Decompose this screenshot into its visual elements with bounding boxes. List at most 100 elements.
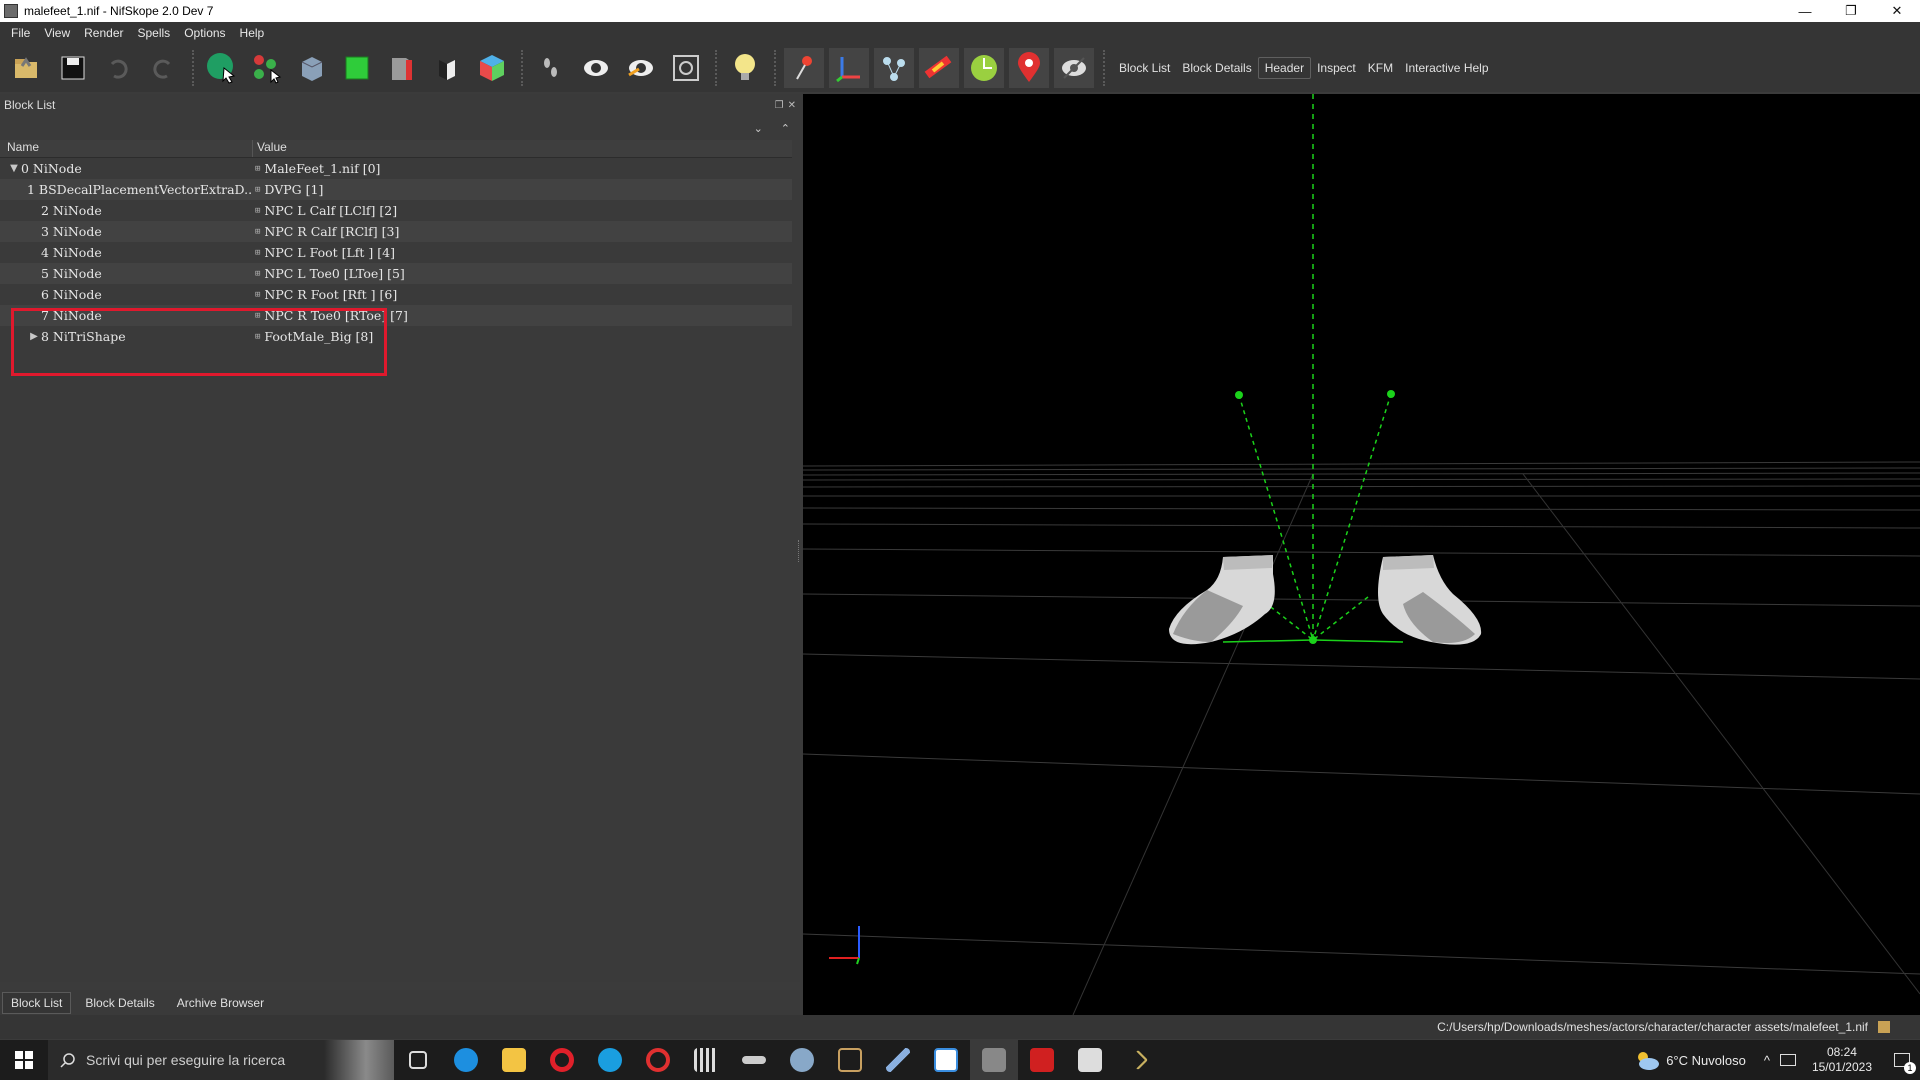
network-icon[interactable]: [1779, 1054, 1796, 1066]
row-name-cell: 2 NiNode: [0, 203, 253, 218]
row-name: 2 NiNode: [41, 203, 102, 218]
select-node-button[interactable]: [247, 48, 287, 88]
axes-icon: [836, 56, 860, 82]
show-axes-button[interactable]: [829, 47, 869, 88]
table-row[interactable]: 3 NiNode ⊞ NPC R Calf [RClf] [3]: [0, 221, 792, 242]
render-viewport[interactable]: [803, 94, 1920, 1015]
taskbar-edge[interactable]: [442, 1040, 490, 1080]
tab-block-details[interactable]: Block Details: [77, 993, 162, 1013]
toggle-visibility-button[interactable]: [1054, 47, 1094, 88]
column-value[interactable]: Value: [253, 140, 792, 157]
column-name[interactable]: Name: [0, 140, 253, 157]
table-row[interactable]: 4 NiNode ⊞ NPC L Foot [Lft ] [4]: [0, 242, 792, 263]
redo-button[interactable]: [143, 48, 183, 88]
block-list-header: Block List ❐ ✕: [0, 94, 800, 116]
skype-icon: [598, 1048, 622, 1072]
menu-spells[interactable]: Spells: [131, 26, 178, 40]
float-panel-icon[interactable]: ❐: [775, 100, 784, 111]
panel-splitter-handle[interactable]: [798, 540, 801, 562]
close-button[interactable]: ✕: [1874, 0, 1920, 22]
table-row[interactable]: ▶ 8 NiTriShape ⊞ FootMale_Big [8]: [0, 326, 792, 347]
row-value-cell: ⊞ MaleFeet_1.nif [0]: [253, 161, 792, 176]
clock[interactable]: 08:24 15/01/2023: [1812, 1045, 1872, 1075]
view-side-button[interactable]: [427, 48, 467, 88]
table-row[interactable]: 6 NiNode ⊞ NPC R Foot [Rft ] [6]: [0, 284, 792, 305]
toolbar-block-list[interactable]: Block List: [1113, 57, 1176, 79]
row-value: DVPG [1]: [264, 182, 324, 197]
expand-arrow-right-icon[interactable]: ▶: [27, 331, 41, 342]
table-row[interactable]: 7 NiNode ⊞ NPC R Toe0 [RToe] [7]: [0, 305, 792, 326]
notification-center-button[interactable]: 1: [1884, 1040, 1920, 1080]
taskbar-app-pen[interactable]: [874, 1040, 922, 1080]
toolbar-kfm[interactable]: KFM: [1362, 57, 1399, 79]
toolbar-inspect[interactable]: Inspect: [1311, 57, 1362, 79]
taskbar-app-grid[interactable]: [682, 1040, 730, 1080]
taskbar-app-emblem[interactable]: [826, 1040, 874, 1080]
view-green-button[interactable]: [337, 48, 377, 88]
taskbar-opera[interactable]: [538, 1040, 586, 1080]
start-button[interactable]: [0, 1040, 48, 1080]
taskbar-app-chevron[interactable]: [1114, 1040, 1162, 1080]
menu-options[interactable]: Options: [177, 26, 232, 40]
table-row[interactable]: ▼ 0 NiNode ⊞ MaleFeet_1.nif [0]: [0, 158, 792, 179]
toolbar-separator: [715, 49, 721, 86]
block-ref-icon: ⊞: [255, 247, 261, 258]
task-view-button[interactable]: [394, 1040, 442, 1080]
close-panel-icon[interactable]: ✕: [788, 100, 796, 111]
show-nodes-button[interactable]: [874, 47, 914, 88]
show-vertex-button[interactable]: [784, 47, 824, 88]
undo-icon: [110, 59, 128, 79]
taskbar-skype[interactable]: [586, 1040, 634, 1080]
lighting-button[interactable]: [725, 48, 765, 88]
green-sphere-icon: [971, 54, 997, 81]
view-color-cube-button[interactable]: [472, 48, 512, 88]
taskbar-app-window[interactable]: [922, 1040, 970, 1080]
save-button[interactable]: [53, 48, 93, 88]
menu-file[interactable]: File: [4, 26, 37, 40]
search-placeholder: Scrivi qui per eseguire la ricerca: [86, 1052, 286, 1068]
show-constraints-button[interactable]: [919, 47, 959, 88]
tab-block-list[interactable]: Block List: [2, 991, 72, 1014]
view-red-button[interactable]: [382, 48, 422, 88]
expand-all-icon[interactable]: ⌄: [754, 122, 763, 135]
taskbar-file-explorer[interactable]: [490, 1040, 538, 1080]
toolbar-header[interactable]: Header: [1257, 56, 1312, 79]
show-markers-button[interactable]: [964, 47, 1004, 88]
row-value: NPC L Foot [Lft ] [4]: [264, 245, 395, 260]
menu-help[interactable]: Help: [233, 26, 272, 40]
weather-widget[interactable]: 6°C Nuvoloso: [1634, 1049, 1746, 1071]
collapse-all-icon[interactable]: ⌃: [781, 122, 790, 135]
toolbar-interactive-help[interactable]: Interactive Help: [1399, 57, 1494, 79]
menu-view[interactable]: View: [37, 26, 77, 40]
expand-arrow-down-icon[interactable]: ▼: [7, 163, 21, 174]
show-button[interactable]: [576, 48, 616, 88]
menu-render[interactable]: Render: [77, 26, 130, 40]
taskbar-app-f[interactable]: [1018, 1040, 1066, 1080]
open-button[interactable]: [8, 48, 48, 88]
show-hidden-objects-button[interactable]: [1009, 47, 1049, 88]
maximize-button[interactable]: ❐: [1828, 0, 1874, 22]
select-object-button[interactable]: [202, 48, 242, 88]
chevron-up-icon[interactable]: ^: [1764, 1053, 1770, 1068]
screenshot-button[interactable]: [666, 48, 706, 88]
show-hidden-button[interactable]: [621, 48, 661, 88]
taskbar-search[interactable]: Scrivi qui per eseguire la ricerca: [48, 1040, 394, 1080]
block-ref-icon: ⊞: [255, 226, 261, 237]
tab-archive-browser[interactable]: Archive Browser: [169, 993, 272, 1013]
undo-button[interactable]: [98, 48, 138, 88]
taskbar-app-red[interactable]: [634, 1040, 682, 1080]
minimize-button[interactable]: —: [1782, 0, 1828, 22]
row-name-cell: ▶ 8 NiTriShape: [0, 329, 253, 344]
taskbar-app-sphere[interactable]: [778, 1040, 826, 1080]
taskbar-app-bar[interactable]: [730, 1040, 778, 1080]
table-row[interactable]: 5 NiNode ⊞ NPC L Toe0 [LToe] [5]: [0, 263, 792, 284]
taskbar-app-notes[interactable]: [1066, 1040, 1114, 1080]
toolbar-block-details[interactable]: Block Details: [1176, 57, 1257, 79]
viewport-scene: [803, 94, 1920, 1015]
file-icon: [1878, 1021, 1890, 1033]
walk-mode-button[interactable]: [531, 48, 571, 88]
taskbar-nifskope[interactable]: [970, 1040, 1018, 1080]
table-row[interactable]: 1 BSDecalPlacementVectorExtraD... ⊞ DVPG […: [0, 179, 792, 200]
view-box-button[interactable]: [292, 48, 332, 88]
table-row[interactable]: 2 NiNode ⊞ NPC L Calf [LClf] [2]: [0, 200, 792, 221]
